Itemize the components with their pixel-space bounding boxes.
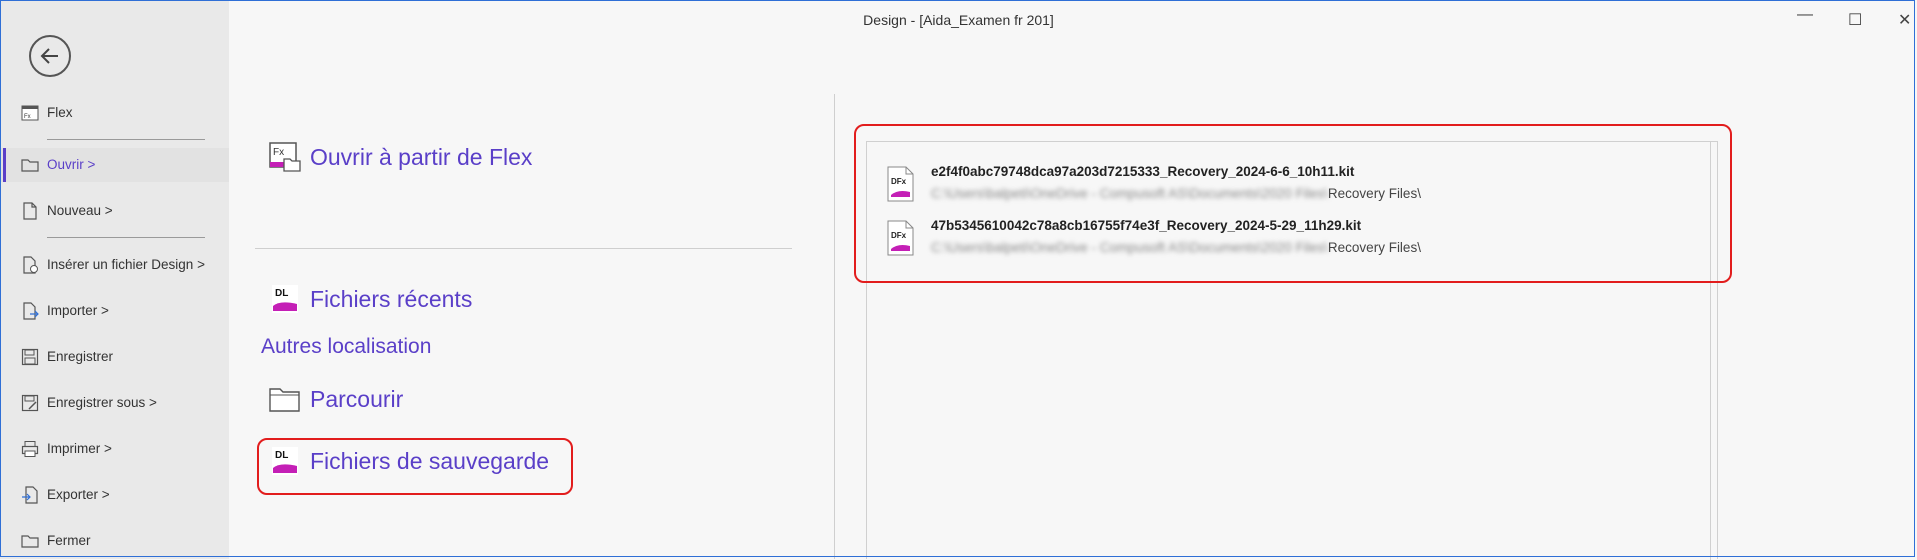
dfx-file-icon: DFx: [887, 166, 914, 202]
backup-files-option[interactable]: DL Fichiers de sauvegarde: [270, 446, 549, 476]
sidebar-item-label: Insérer un fichier Design >: [47, 257, 205, 272]
sidebar-item-print[interactable]: Imprimer >: [0, 432, 229, 466]
sidebar-item-import[interactable]: Importer >: [0, 294, 229, 328]
backup-files-label: Fichiers de sauvegarde: [310, 447, 550, 474]
file-name: 47b5345610042c78a8cb16755f74e3f_Recovery…: [931, 218, 1362, 233]
sidebar-item-open[interactable]: Ouvrir >: [0, 148, 229, 182]
sidebar-item-label: Enregistrer sous >: [47, 395, 157, 410]
sidebar-item-close[interactable]: Fermer: [0, 524, 229, 558]
open-from-flex-option[interactable]: Fx Ouvrir à partir de Flex: [268, 141, 532, 173]
sidebar-item-save[interactable]: Enregistrer: [0, 340, 229, 374]
other-locations-label: Autres localisation: [261, 335, 432, 358]
close-folder-icon: [21, 535, 39, 548]
file-path-visible: Recovery Files\: [1327, 186, 1421, 201]
dfx-file-icon: DFx: [887, 220, 914, 256]
list-scroll-border: [1710, 142, 1711, 560]
dl-file-icon: DL: [272, 447, 298, 475]
list-item[interactable]: DFx e2f4f0abc79748dca97a203d7215333_Reco…: [867, 162, 1707, 214]
sidebar: Fx Flex Ouvrir > Nouveau > Insérer un fi…: [0, 0, 229, 559]
maximize-button[interactable]: ☐: [1848, 10, 1862, 30]
browse-label: Parcourir: [310, 385, 404, 412]
sidebar-item-new[interactable]: Nouveau >: [0, 194, 229, 228]
window-title: Design - [Aida_Examen fr 201]: [863, 12, 1054, 28]
folder-open-icon: [21, 159, 39, 172]
file-path-redacted: C:\Users\balpeti\OneDrive - Compusoft AS…: [931, 240, 1328, 255]
file-path: C:\Users\balpeti\OneDrive - Compusoft AS…: [931, 240, 1421, 255]
sidebar-item-label: Fermer: [47, 533, 91, 548]
sidebar-item-flex[interactable]: Fx Flex: [0, 96, 229, 130]
file-name: e2f4f0abc79748dca97a203d7215333_Recovery…: [931, 164, 1355, 179]
sidebar-item-save-as[interactable]: Enregistrer sous >: [0, 386, 229, 420]
open-from-flex-label: Ouvrir à partir de Flex: [310, 143, 533, 170]
options-divider: [255, 248, 792, 249]
minimize-button[interactable]: —: [1797, 6, 1813, 24]
sidebar-item-label: Nouveau >: [47, 203, 113, 218]
export-icon: [22, 486, 38, 504]
svg-text:DL: DL: [275, 288, 288, 299]
svg-text:DFx: DFx: [891, 231, 907, 240]
dl-file-icon: DL: [272, 285, 298, 313]
printer-icon: [21, 441, 39, 457]
flex-icon: Fx: [269, 142, 301, 172]
recent-files-label: Fichiers récents: [310, 285, 473, 312]
sidebar-separator: [47, 139, 205, 140]
title-bar: Design - [Aida_Examen fr 201] — ☐ ✕: [0, 0, 1917, 42]
sidebar-separator: [47, 237, 205, 238]
file-path-visible: Recovery Files\: [1327, 240, 1421, 255]
save-icon: [21, 348, 39, 366]
browse-option[interactable]: Parcourir: [268, 385, 403, 413]
sidebar-item-label: Flex: [47, 105, 73, 120]
new-document-icon: [23, 202, 37, 220]
backup-file-list[interactable]: DFx e2f4f0abc79748dca97a203d7215333_Reco…: [866, 141, 1718, 560]
panel-divider: [834, 94, 835, 559]
svg-text:Fx: Fx: [273, 147, 284, 158]
sidebar-item-insert-design[interactable]: Insérer un fichier Design >: [0, 248, 229, 282]
folder-icon: [269, 388, 300, 412]
insert-file-icon: [23, 256, 38, 274]
sidebar-item-label: Enregistrer: [47, 349, 114, 364]
file-path-redacted: C:\Users\balpeti\OneDrive - Compusoft AS…: [931, 186, 1328, 201]
sidebar-item-label: Importer >: [47, 303, 109, 318]
svg-text:Fx: Fx: [24, 114, 31, 120]
sidebar-item-export[interactable]: Exporter >: [0, 478, 229, 512]
flex-icon: Fx: [21, 105, 39, 121]
import-icon: [23, 302, 39, 320]
other-locations-heading: Autres localisation: [261, 335, 431, 359]
sidebar-item-label: Exporter >: [47, 487, 110, 502]
file-path: C:\Users\balpeti\OneDrive - Compusoft AS…: [931, 186, 1421, 201]
list-item[interactable]: DFx 47b5345610042c78a8cb16755f74e3f_Reco…: [867, 216, 1707, 268]
close-button[interactable]: ✕: [1898, 10, 1911, 30]
back-arrow-icon: [40, 48, 58, 64]
svg-text:DFx: DFx: [891, 177, 907, 186]
svg-text:DL: DL: [275, 450, 288, 461]
save-as-icon: [21, 394, 39, 412]
recent-files-option[interactable]: DL Fichiers récents: [270, 284, 472, 314]
sidebar-item-label: Imprimer >: [47, 441, 112, 456]
sidebar-item-label: Ouvrir >: [47, 157, 96, 172]
